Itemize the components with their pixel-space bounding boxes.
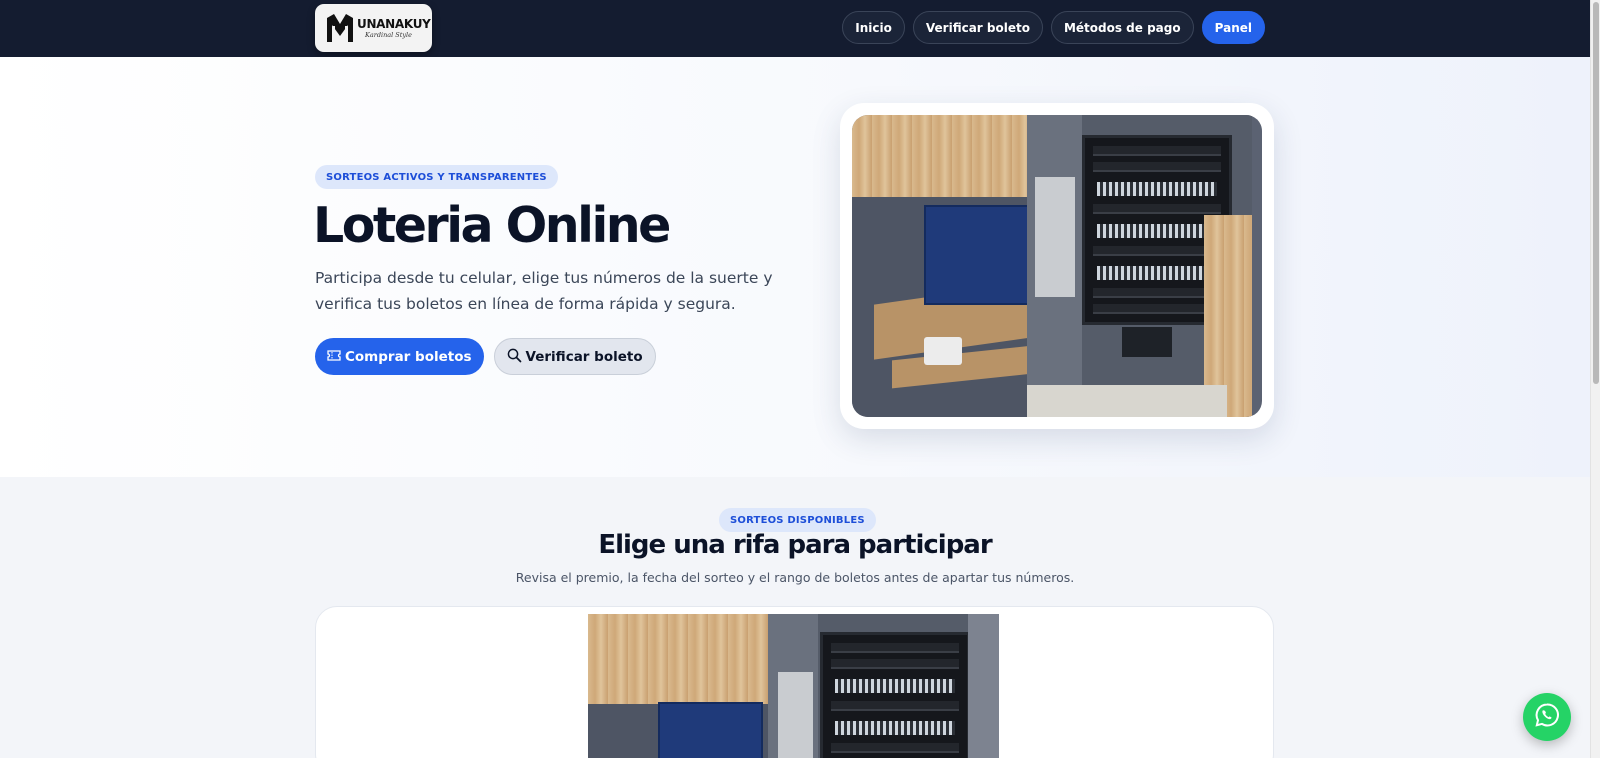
- nav-inicio[interactable]: Inicio: [842, 11, 905, 44]
- main-nav: Inicio Verificar boleto Métodos de pago …: [842, 11, 1265, 44]
- nav-panel[interactable]: Panel: [1201, 11, 1265, 44]
- whatsapp-icon: [1534, 702, 1560, 732]
- raffle-card-photo[interactable]: [588, 614, 999, 758]
- buy-tickets-button[interactable]: Comprar boletos: [315, 338, 484, 375]
- logo-wordmark: UNANAKUY: [357, 16, 431, 31]
- raffles-subtitle: Revisa el premio, la fecha del sorteo y …: [515, 570, 1075, 585]
- search-icon: [507, 348, 522, 366]
- nav-metodos-de-pago[interactable]: Métodos de pago: [1050, 11, 1194, 44]
- hero-description: Participa desde tu celular, elige tus nú…: [315, 269, 773, 313]
- ticket-icon: [327, 349, 341, 364]
- raffles-title: Elige una rifa para participar: [598, 530, 992, 560]
- verify-ticket-button[interactable]: Verificar boleto: [493, 338, 656, 375]
- scrollbar-thumb[interactable]: [1593, 2, 1599, 384]
- verify-ticket-label: Verificar boleto: [525, 348, 643, 365]
- hero-image-card: [840, 103, 1274, 429]
- buy-tickets-label: Comprar boletos: [345, 348, 472, 365]
- hero-badge: SORTEOS ACTIVOS Y TRANSPARENTES: [315, 165, 558, 189]
- hero-section: SORTEOS ACTIVOS Y TRANSPARENTES Loteria …: [0, 57, 1590, 477]
- hero-title: Loteria Online: [313, 197, 671, 254]
- whatsapp-button[interactable]: [1523, 693, 1571, 741]
- page-scrollbar[interactable]: [1590, 0, 1600, 758]
- top-navbar: UNANAKUY Kardinal Style Inicio Verificar…: [0, 0, 1590, 57]
- hero-actions: Comprar boletos Verificar boleto: [315, 338, 656, 375]
- logo-monogram-icon: [325, 12, 355, 44]
- brand-logo[interactable]: UNANAKUY Kardinal Style: [315, 4, 432, 52]
- hero-photo: [852, 115, 1262, 417]
- nav-verificar-boleto[interactable]: Verificar boleto: [912, 11, 1043, 44]
- logo-tagline: Kardinal Style: [365, 30, 412, 39]
- raffles-badge: SORTEOS DISPONIBLES: [719, 508, 876, 532]
